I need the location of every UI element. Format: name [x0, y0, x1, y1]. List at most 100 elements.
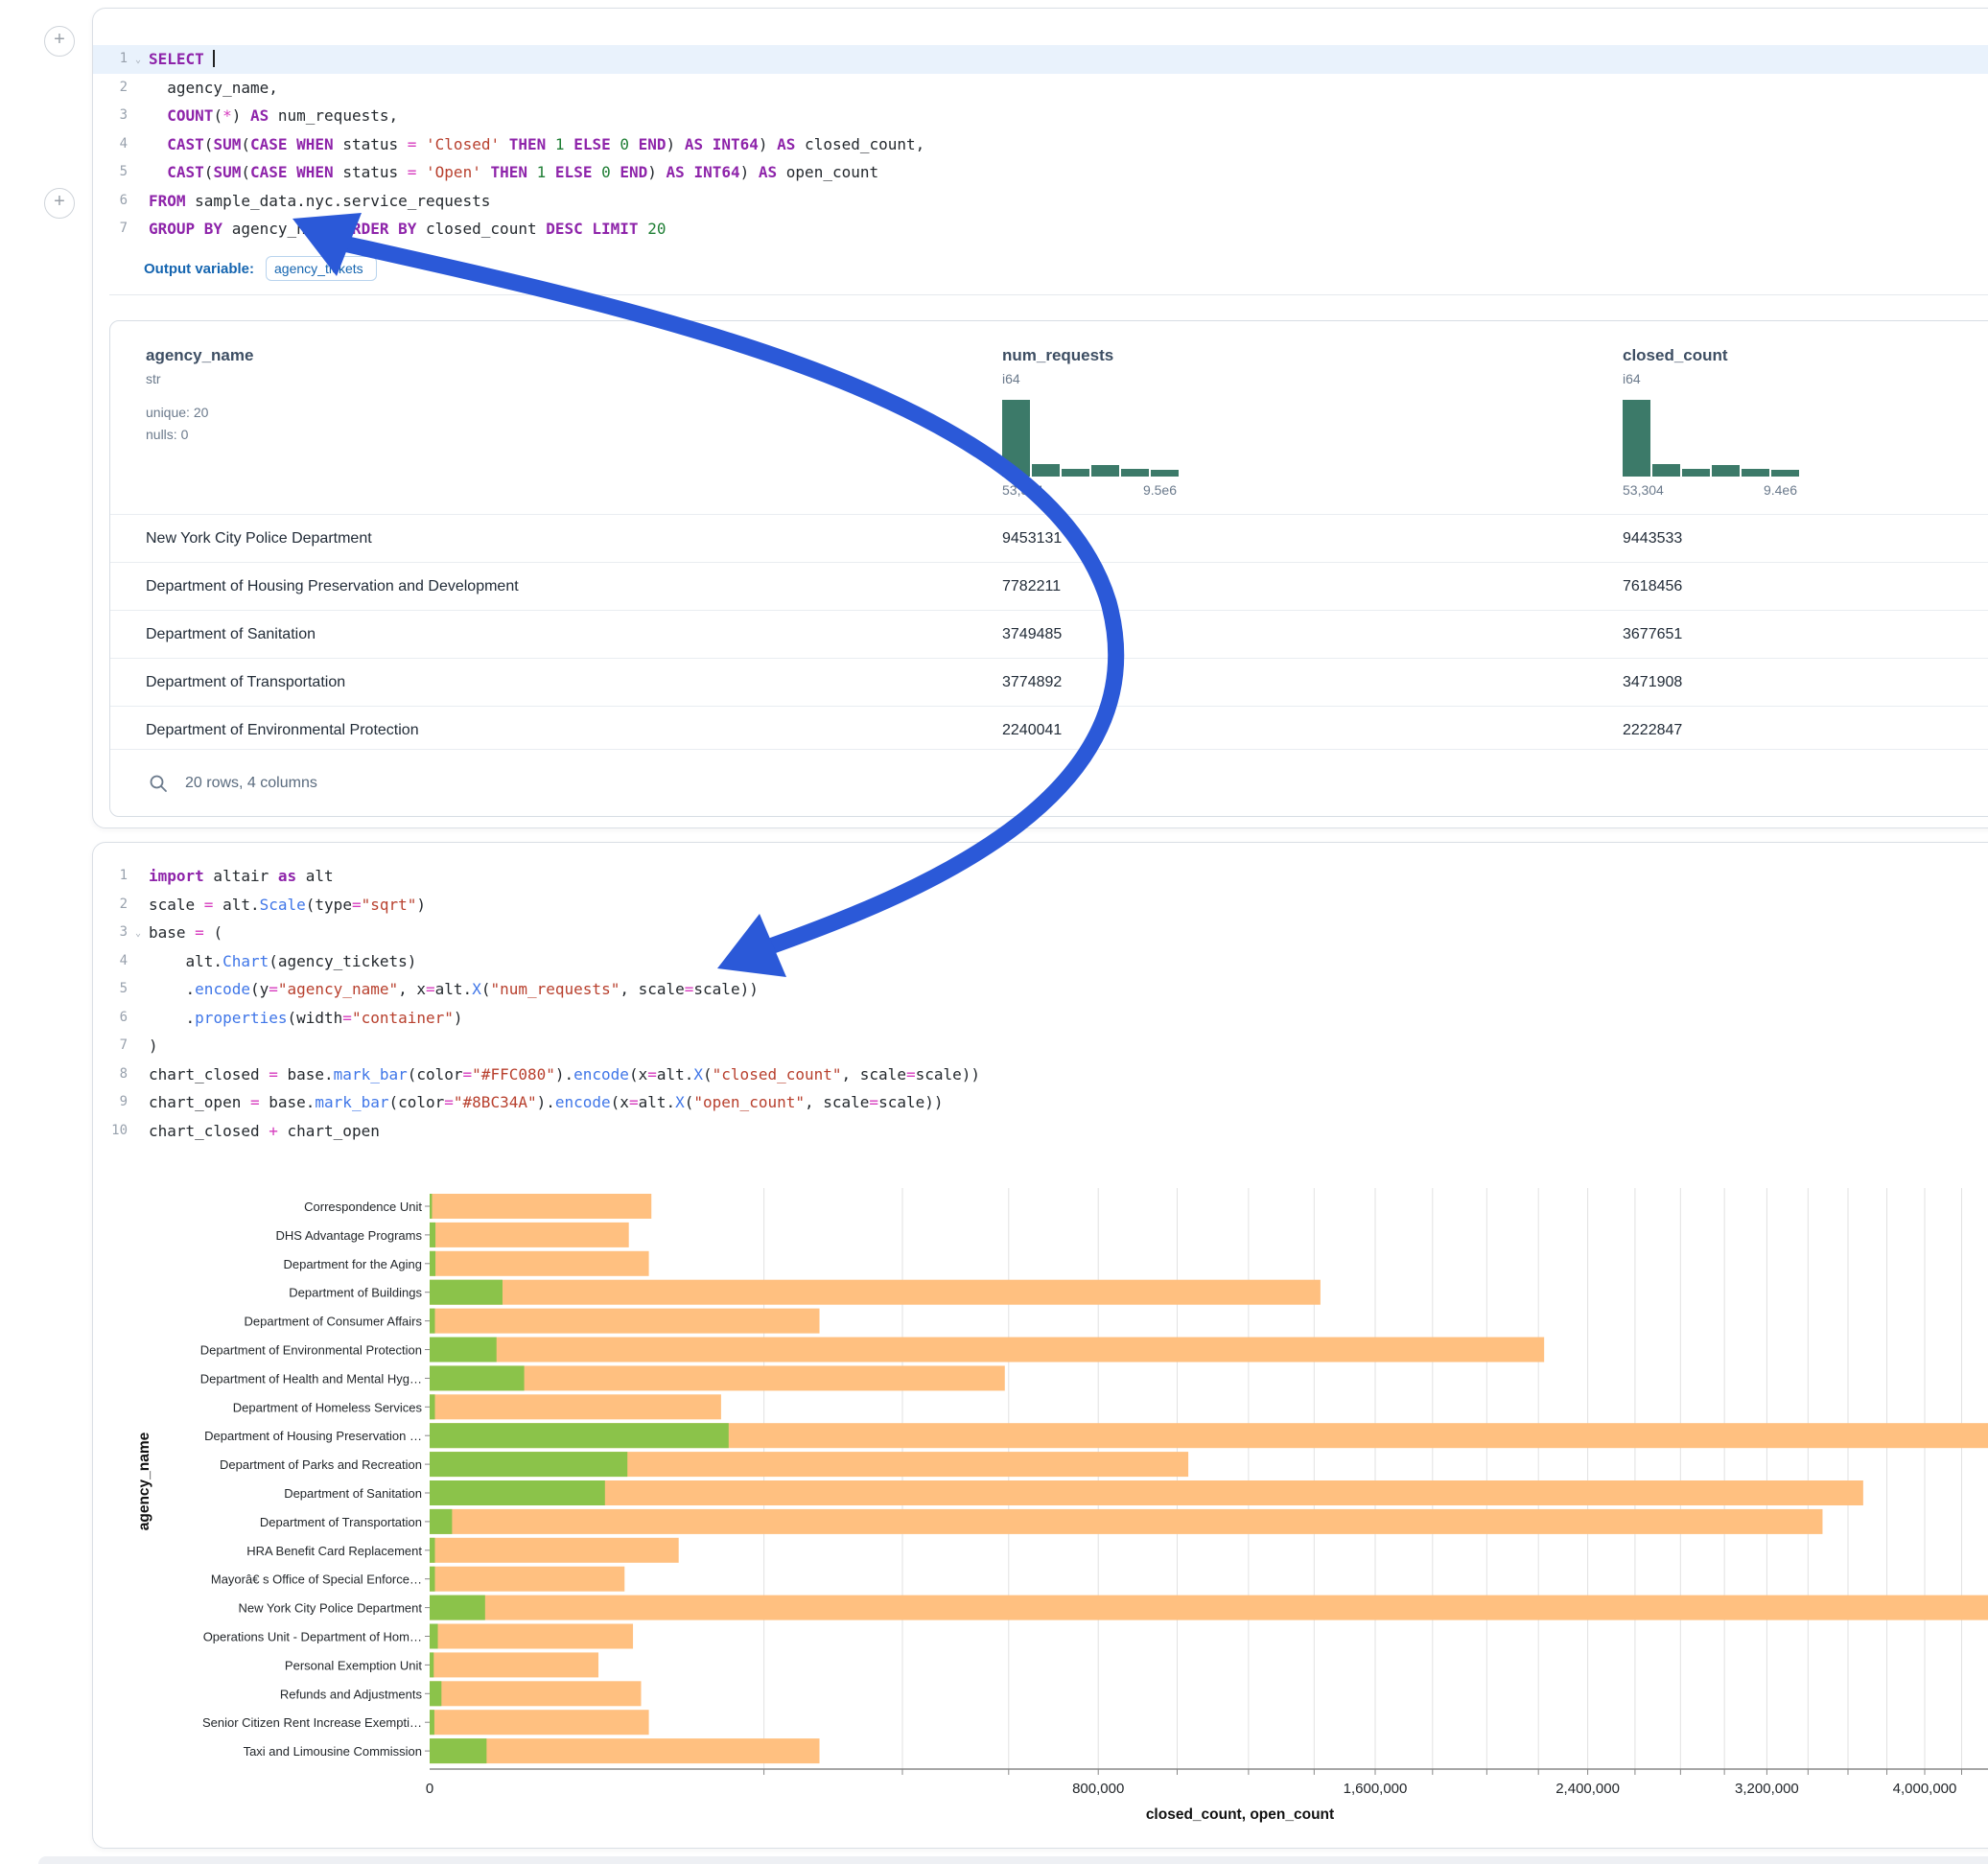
search-icon[interactable] [149, 774, 168, 793]
table-cell: 3471908 [1623, 659, 1682, 706]
svg-text:Personal Exemption Unit: Personal Exemption Unit [285, 1658, 422, 1672]
add-cell-button[interactable]: + [44, 26, 75, 57]
fold-chevron-icon[interactable]: ⌄ [131, 919, 145, 947]
svg-text:Operations Unit - Department o: Operations Unit - Department of Hom… [203, 1630, 422, 1644]
line-number: 10 [93, 1117, 131, 1146]
svg-text:Department of Buildings: Department of Buildings [289, 1286, 422, 1300]
svg-text:3,200,000: 3,200,000 [1735, 1781, 1799, 1797]
output-variable-input[interactable]: agency_tickets [266, 256, 377, 281]
table-cell: 9443533 [1623, 515, 1682, 562]
code-line[interactable]: 4 alt.Chart(agency_tickets) [93, 947, 1988, 976]
code-line[interactable]: 4 CAST(SUM(CASE WHEN status = 'Closed' T… [93, 130, 1988, 159]
svg-text:Department of Homeless Service: Department of Homeless Services [233, 1400, 423, 1414]
code-line[interactable]: 3⌄base = ( [93, 919, 1988, 947]
column-histogram [1623, 400, 1799, 477]
table-row[interactable]: Department of Environmental Protection 22… [110, 706, 1988, 754]
line-number: 1 [93, 862, 131, 891]
svg-text:agency_name: agency_name [136, 1432, 152, 1530]
table-row[interactable]: Department of Sanitation 3749485 3677651 [110, 610, 1988, 658]
table-cell: 3749485 [1002, 611, 1062, 658]
line-number: 4 [93, 947, 131, 976]
line-number: 6 [93, 187, 131, 216]
table-cell: 2222847 [1623, 707, 1682, 754]
bar-chart: Correspondence Unit DHS Advantage Program… [0, 1175, 1988, 1846]
next-element-edge [38, 1856, 1988, 1864]
svg-text:Department of Environmental Pr: Department of Environmental Protection [200, 1343, 422, 1358]
python-code-editor[interactable]: 1import altair as alt2scale = alt.Scale(… [93, 843, 1988, 1145]
svg-text:DHS Advantage Programs: DHS Advantage Programs [276, 1228, 423, 1243]
line-number: 7 [93, 1032, 131, 1060]
table-row[interactable]: Department of Housing Preservation and D… [110, 562, 1988, 610]
table-cell: 7618456 [1623, 563, 1682, 610]
table-cell: 2240041 [1002, 707, 1062, 754]
svg-text:2,400,000: 2,400,000 [1555, 1781, 1620, 1797]
svg-text:1,600,000: 1,600,000 [1344, 1781, 1408, 1797]
line-number: 5 [93, 158, 131, 187]
line-number: 8 [93, 1060, 131, 1089]
code-line[interactable]: 5 .encode(y="agency_name", x=alt.X("num_… [93, 975, 1988, 1004]
line-number: 1 [93, 45, 131, 74]
code-line[interactable]: 1import altair as alt [93, 862, 1988, 891]
result-table: agency_namestrunique: 20nulls: 0 num_requ… [109, 320, 1988, 817]
code-line[interactable]: 8chart_closed = base.mark_bar(color="#FF… [93, 1060, 1988, 1089]
column-header-agency_name[interactable]: agency_namestrunique: 20nulls: 0 [146, 346, 253, 446]
code-line[interactable]: 5 CAST(SUM(CASE WHEN status = 'Open' THE… [93, 158, 1988, 187]
table-cell: Department of Sanitation [146, 611, 316, 658]
fold-chevron-icon[interactable]: ⌄ [131, 45, 145, 74]
svg-text:Department of Housing Preserva: Department of Housing Preservation … [204, 1429, 422, 1443]
code-line[interactable]: 2 agency_name, [93, 74, 1988, 103]
table-summary: 20 rows, 4 columns [185, 775, 317, 792]
sql-cell-card: 1⌄SELECT 2 agency_name,3 COUNT(*) AS num… [92, 8, 1988, 828]
table-cell: New York City Police Department [146, 515, 372, 562]
table-cell: 7782211 [1002, 563, 1061, 610]
table-cell: Department of Transportation [146, 659, 345, 706]
svg-text:Department of Consumer Affairs: Department of Consumer Affairs [245, 1315, 423, 1329]
table-cell: 3774892 [1002, 659, 1062, 706]
table-row[interactable]: Department of Transportation 3774892 34719… [110, 658, 1988, 706]
output-variable-label: Output variable: [144, 261, 254, 277]
line-number: 3 [93, 919, 131, 947]
code-line[interactable]: 7) [93, 1032, 1988, 1060]
svg-text:Correspondence Unit: Correspondence Unit [304, 1200, 422, 1214]
svg-text:closed_count, open_count: closed_count, open_count [1146, 1806, 1334, 1823]
svg-text:Taxi and Limousine Commission: Taxi and Limousine Commission [244, 1744, 422, 1759]
svg-text:Mayorâ€ s Office of Special En: Mayorâ€ s Office of Special Enforce… [211, 1573, 422, 1587]
table-cell: 9453131 [1002, 515, 1062, 562]
svg-text:Department of Health and Menta: Department of Health and Mental Hyg… [200, 1371, 422, 1386]
svg-text:Department for the Aging: Department for the Aging [283, 1257, 422, 1271]
svg-text:Department of Parks and Recrea: Department of Parks and Recreation [220, 1457, 422, 1472]
svg-text:Refunds and Adjustments: Refunds and Adjustments [280, 1687, 423, 1701]
column-histogram [1002, 400, 1179, 477]
svg-text:4,000,000: 4,000,000 [1893, 1781, 1957, 1797]
code-line[interactable]: 6 .properties(width="container") [93, 1004, 1988, 1033]
svg-text:Senior Citizen Rent Increase E: Senior Citizen Rent Increase Exempti… [202, 1715, 422, 1730]
line-number: 2 [93, 891, 131, 920]
code-line[interactable]: 6FROM sample_data.nyc.service_requests [93, 187, 1988, 216]
table-row[interactable]: New York City Police Department 9453131 94… [110, 514, 1988, 562]
code-line[interactable]: 2scale = alt.Scale(type="sqrt") [93, 891, 1988, 920]
output-row-separator: Output variable: agency_tickets [109, 244, 1988, 295]
column-header-num_requests[interactable]: num_requestsi6453,3049.5e6 [1002, 346, 1179, 498]
table-cell: 3677651 [1623, 611, 1682, 658]
table-cell: Department of Environmental Protection [146, 707, 419, 754]
code-line[interactable]: 1⌄SELECT [93, 45, 1988, 74]
line-number: 9 [93, 1088, 131, 1117]
code-line[interactable]: 10chart_closed + chart_open [93, 1117, 1988, 1146]
svg-text:Department of Transportation: Department of Transportation [260, 1515, 422, 1529]
sql-code-editor[interactable]: 1⌄SELECT 2 agency_name,3 COUNT(*) AS num… [93, 9, 1988, 244]
svg-text:Department of Sanitation: Department of Sanitation [284, 1486, 422, 1501]
svg-text:0: 0 [426, 1781, 433, 1797]
line-number: 2 [93, 74, 131, 103]
code-line[interactable]: 3 COUNT(*) AS num_requests, [93, 102, 1988, 130]
line-number: 4 [93, 130, 131, 159]
add-cell-button-2[interactable]: + [44, 188, 75, 219]
line-number: 6 [93, 1004, 131, 1033]
svg-text:800,000: 800,000 [1072, 1781, 1124, 1797]
code-line[interactable]: 9chart_open = base.mark_bar(color="#8BC3… [93, 1088, 1988, 1117]
line-number: 3 [93, 102, 131, 130]
text-cursor [213, 50, 215, 67]
code-line[interactable]: 7GROUP BY agency_name ORDER BY closed_co… [93, 215, 1988, 244]
svg-text:HRA Benefit Card Replacement: HRA Benefit Card Replacement [246, 1544, 422, 1558]
line-number: 7 [93, 215, 131, 244]
column-header-closed_count[interactable]: closed_counti6453,3049.4e6 [1623, 346, 1799, 498]
